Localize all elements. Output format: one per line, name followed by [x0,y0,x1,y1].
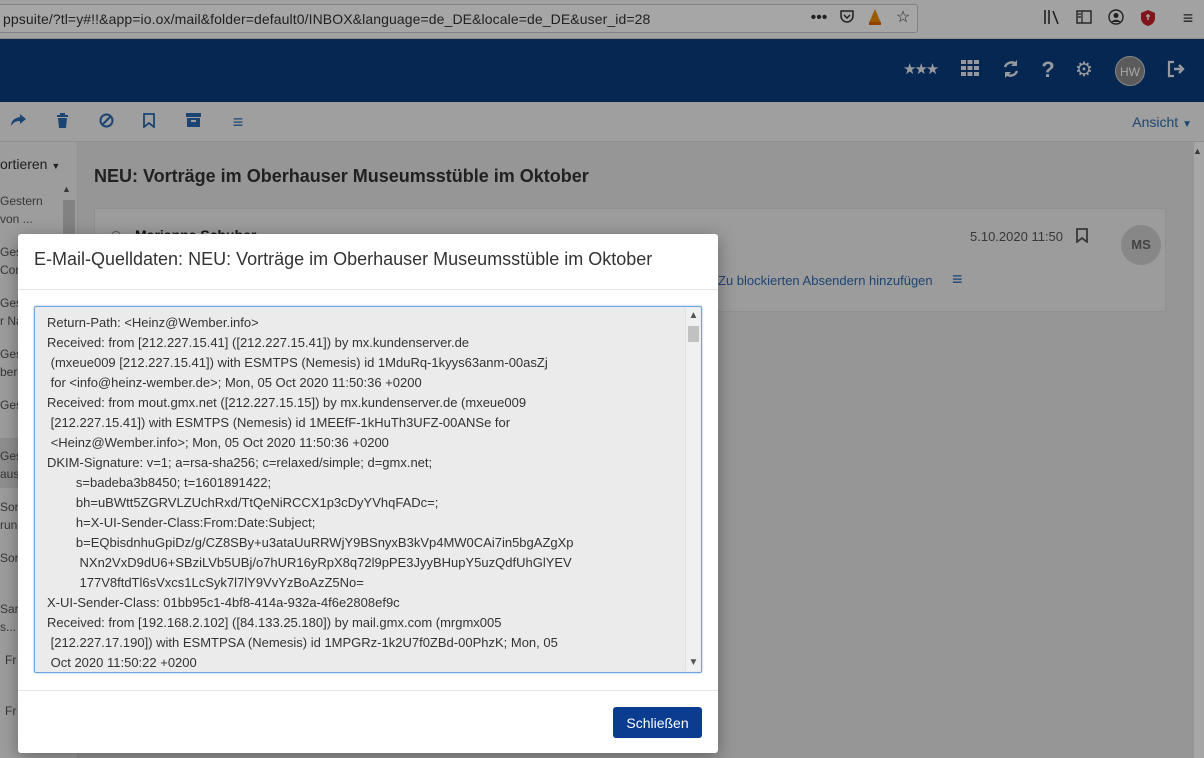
source-line: Received: from [192.168.2.102] ([84.133.… [47,615,502,630]
divider [18,289,718,290]
source-line: DKIM-Signature: v=1; a=rsa-sha256; c=rel… [47,455,433,470]
source-line: s=badeba3b8450; t=1601891422; [47,475,272,490]
source-line: (mxeue009 [212.227.15.41]) with ESMTPS (… [47,355,548,370]
source-line: Return-Path: <Heinz@Wember.info> [47,315,259,330]
scroll-up-icon[interactable]: ▲ [686,309,701,323]
source-dialog: E-Mail-Quelldaten: NEU: Vorträge im Ober… [18,234,718,753]
divider [18,690,718,691]
source-line: <Heinz@Wember.info>; Mon, 05 Oct 2020 11… [47,435,389,450]
source-line: 177V8ftdTl6sVxcs1LcSyk7l7lY9VvYzBoAzZ5No… [47,575,364,590]
source-line: Received: from [212.227.15.41] ([212.227… [47,335,470,350]
source-content[interactable]: Return-Path: <Heinz@Wember.info> Received… [47,313,687,672]
source-line: b=EQbisdnhuGpiDz/g/CZ8SBy+u3ataUuRRWjY9B… [47,535,574,550]
source-line: bh=uBWtt5ZGRVLZUchRxd/TtQeNiRCCX1p3cDyYV… [47,495,439,510]
source-line: [212.227.17.190]) with ESMTPSA (Nemesis)… [47,635,558,650]
source-line: for <info@heinz-wember.de>; Mon, 05 Oct … [47,375,422,390]
source-scrollbar[interactable]: ▲ ▼ [685,308,700,671]
dialog-title: E-Mail-Quelldaten: NEU: Vorträge im Ober… [34,249,653,269]
close-button[interactable]: Schließen [613,707,702,738]
source-line: h=X-UI-Sender-Class:From:Date:Subject; [47,515,316,530]
scroll-thumb[interactable] [688,326,699,342]
source-line: X-UI-Sender-Class: 01bb95c1-4bf8-414a-93… [47,595,400,610]
source-line: Received: from mout.gmx.net ([212.227.15… [47,395,527,410]
source-line: [212.227.15.41]) with ESMTPS (Nemesis) i… [47,415,511,430]
source-line: NXn2VxD9dU6+SBziLVb5UBj/o7hUR16yRpX8q72l… [47,555,572,570]
source-line: Oct 2020 11:50:22 +0200 [47,655,197,670]
source-textarea[interactable]: Return-Path: <Heinz@Wember.info> Received… [34,306,702,673]
scroll-down-icon[interactable]: ▼ [686,656,701,670]
